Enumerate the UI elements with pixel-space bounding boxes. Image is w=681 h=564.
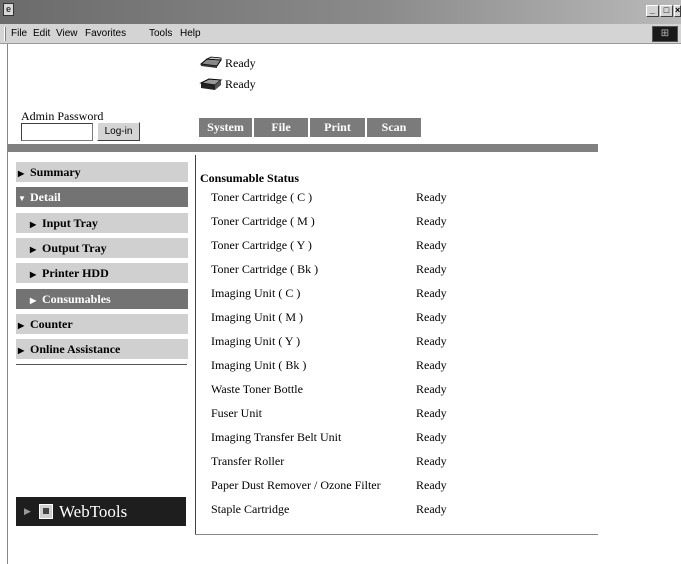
chevron-right-icon: ▶ xyxy=(30,245,37,254)
chevron-right-icon: ▶ xyxy=(30,220,37,229)
sidebar-item-counter[interactable]: ▶ Counter xyxy=(16,314,188,334)
printer-status-row: Ready xyxy=(199,55,256,71)
consumable-status: Ready xyxy=(416,502,447,516)
webtools-icon xyxy=(39,504,53,519)
scanner-status-row: Ready xyxy=(199,76,256,92)
webtools-logo-text: WebTools xyxy=(59,502,128,521)
admin-password-field[interactable] xyxy=(21,123,93,141)
consumable-status: Ready xyxy=(416,358,447,372)
sidebar-item-summary[interactable]: ▶ Summary xyxy=(16,162,188,182)
menu-edit[interactable]: Edit xyxy=(33,28,50,39)
menu-file[interactable]: File xyxy=(11,28,27,39)
page-title: Consumable Status xyxy=(200,171,300,185)
sidebar-item-label: Consumables xyxy=(42,292,111,306)
menu-view[interactable]: View xyxy=(56,28,78,39)
browser-icon: e xyxy=(3,3,14,16)
sidebar-item-label: Online Assistance xyxy=(30,342,121,356)
sidebar-item-detail[interactable]: ▼ Detail xyxy=(16,187,188,207)
sidebar-item-consumables[interactable]: ▶ Consumables xyxy=(16,289,188,309)
sidebar-divider xyxy=(16,364,187,365)
chevron-right-icon: ▶ xyxy=(18,346,25,355)
admin-password-label: Admin Password xyxy=(21,109,104,123)
chevron-right-icon: ▶ xyxy=(18,169,25,178)
consumable-status: Ready xyxy=(416,454,447,468)
header-band xyxy=(8,144,598,152)
tab-print[interactable]: Print xyxy=(310,118,365,137)
menu-favorites[interactable]: Favorites xyxy=(85,28,126,39)
consumable-name: Toner Cartridge ( C ) xyxy=(211,190,313,204)
tab-system[interactable]: System xyxy=(199,118,252,137)
consumable-name: Toner Cartridge ( M ) xyxy=(211,214,315,228)
minimize-button[interactable]: _ xyxy=(646,5,659,17)
sidebar-item-label: Summary xyxy=(30,165,81,179)
consumable-name: Transfer Roller xyxy=(211,454,285,468)
content-bottom-rule xyxy=(195,534,598,535)
main-tabs: System File Print Scan xyxy=(199,118,423,137)
menu-grip xyxy=(4,27,6,41)
consumable-name: Imaging Unit ( C ) xyxy=(211,286,301,300)
sidebar-item-label: Printer HDD xyxy=(42,266,109,280)
printer-status-text: Ready xyxy=(225,55,256,70)
menu-help[interactable]: Help xyxy=(180,28,201,39)
sidebar-item-label: Detail xyxy=(30,190,61,204)
login-button[interactable]: Log-in xyxy=(97,122,140,141)
consumable-name: Imaging Unit ( Bk ) xyxy=(211,358,307,372)
sidebar-item-label: Counter xyxy=(30,317,73,331)
windows-logo-icon: ⊞ xyxy=(652,26,678,42)
chevron-right-icon: ▶ xyxy=(18,321,25,330)
sidebar-item-label: Input Tray xyxy=(42,216,98,230)
menu-bar: File Edit View Favorites Tools Help xyxy=(0,24,681,44)
consumable-status: Ready xyxy=(416,406,447,420)
consumable-name: Fuser Unit xyxy=(211,406,262,420)
consumable-name: Staple Cartridge xyxy=(211,502,290,516)
content-divider xyxy=(195,155,196,534)
sidebar-item-label: Output Tray xyxy=(42,241,107,255)
consumable-status: Ready xyxy=(416,382,447,396)
consumable-name: Imaging Unit ( M ) xyxy=(211,310,303,324)
scanner-icon xyxy=(199,77,223,91)
webtools-logo[interactable]: ▶ WebTools xyxy=(16,497,186,526)
sidebar-item-input-tray[interactable]: ▶ Input Tray xyxy=(16,213,188,233)
sidebar-item-printer-hdd[interactable]: ▶ Printer HDD xyxy=(16,263,188,283)
maximize-button[interactable]: □ xyxy=(660,5,673,17)
consumable-status: Ready xyxy=(416,334,447,348)
chevron-down-icon: ▼ xyxy=(18,194,26,203)
printer-icon xyxy=(199,56,223,70)
chevron-right-icon: ▶ xyxy=(24,506,31,516)
consumable-name: Paper Dust Remover / Ozone Filter xyxy=(211,478,381,492)
tab-scan[interactable]: Scan xyxy=(367,118,421,137)
consumable-name: Waste Toner Bottle xyxy=(211,382,303,396)
consumable-status: Ready xyxy=(416,478,447,492)
page-frame-edge xyxy=(7,44,8,564)
sidebar-item-output-tray[interactable]: ▶ Output Tray xyxy=(16,238,188,258)
consumable-status: Ready xyxy=(416,262,447,276)
consumable-status: Ready xyxy=(416,430,447,444)
scanner-status-text: Ready xyxy=(225,76,256,91)
tab-file[interactable]: File xyxy=(254,118,308,137)
sidebar-item-online-assistance[interactable]: ▶ Online Assistance xyxy=(16,339,188,359)
consumable-status: Ready xyxy=(416,286,447,300)
window-titlebar: e _ □ × xyxy=(0,0,681,24)
consumable-name: Imaging Unit ( Y ) xyxy=(211,334,301,348)
consumable-name: Toner Cartridge ( Bk ) xyxy=(211,262,319,276)
consumable-status: Ready xyxy=(416,190,447,204)
chevron-right-icon: ▶ xyxy=(30,270,37,279)
consumable-status: Ready xyxy=(416,238,447,252)
chevron-right-icon: ▶ xyxy=(30,296,37,305)
consumable-status: Ready xyxy=(416,310,447,324)
close-button[interactable]: × xyxy=(674,5,681,17)
consumable-status: Ready xyxy=(416,214,447,228)
menu-tools[interactable]: Tools xyxy=(149,28,172,39)
consumable-name: Imaging Transfer Belt Unit xyxy=(211,430,342,444)
consumable-name: Toner Cartridge ( Y ) xyxy=(211,238,312,252)
